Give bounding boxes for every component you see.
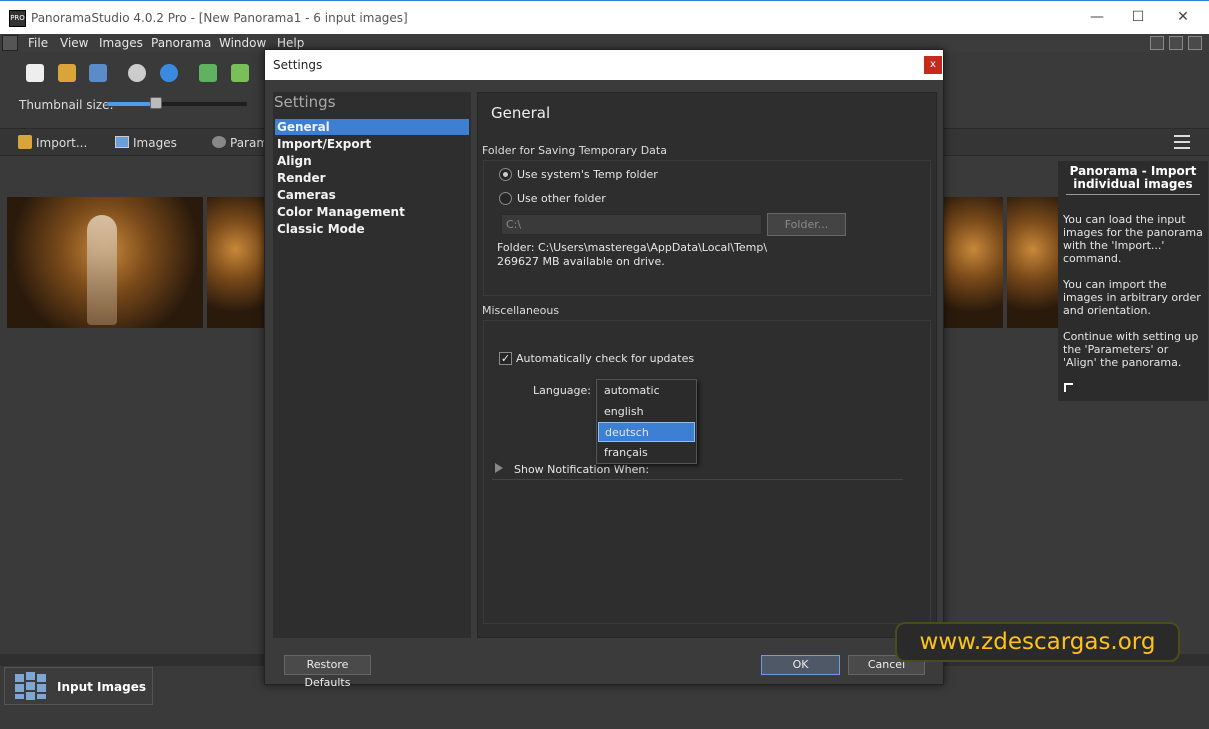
help-panel: Panorama - Import individual images You … xyxy=(1058,161,1208,401)
use-system-temp-radio[interactable] xyxy=(499,168,512,181)
auto-update-checkbox[interactable]: ✓ xyxy=(499,352,512,365)
help-paragraph: You can import the images in arbitrary o… xyxy=(1063,278,1201,317)
export-icon[interactable] xyxy=(199,64,217,82)
settings-content: General Folder for Saving Temporary Data… xyxy=(477,92,937,638)
tab-images[interactable]: Images xyxy=(133,136,177,150)
minimize-icon[interactable]: — xyxy=(1077,5,1117,29)
use-other-folder-radio[interactable] xyxy=(499,192,512,205)
menu-help[interactable]: Help xyxy=(277,36,304,50)
sidebar-item-cameras[interactable]: Cameras xyxy=(275,187,469,203)
help-panel-title: Panorama - Import individual images xyxy=(1069,164,1197,191)
content-title: General xyxy=(491,104,551,122)
tab-parameters[interactable]: Param xyxy=(230,136,268,150)
language-label: Language: xyxy=(533,384,591,397)
mdi-app-icon[interactable] xyxy=(2,35,18,51)
render-icon[interactable] xyxy=(231,64,249,82)
tab-input-images[interactable]: Input Images xyxy=(4,667,153,705)
sidebar-item-import-export[interactable]: Import/Export xyxy=(275,136,469,152)
folder-path-info: Folder: C:\Users\masterega\AppData\Local… xyxy=(497,241,768,254)
menu-panorama[interactable]: Panorama xyxy=(151,36,211,50)
new-icon[interactable] xyxy=(26,64,44,82)
sidebar-item-color-management[interactable]: Color Management xyxy=(275,204,469,220)
folder-browse-button[interactable]: Folder... xyxy=(767,213,846,236)
menu-view[interactable]: View xyxy=(60,36,88,50)
help-icon[interactable] xyxy=(160,64,178,82)
panel-header-bar xyxy=(944,128,1209,156)
input-image-thumbnail[interactable] xyxy=(1007,197,1058,328)
sidebar-item-render[interactable]: Render xyxy=(275,170,469,186)
auto-update-label: Automatically check for updates xyxy=(516,352,695,365)
menu-hamburger-icon[interactable] xyxy=(1174,135,1190,149)
ok-button[interactable]: OK xyxy=(761,655,840,675)
save-icon[interactable] xyxy=(89,64,107,82)
mdi-close-icon[interactable] xyxy=(1188,36,1202,50)
menu-file[interactable]: File xyxy=(28,36,48,50)
watermark: www.zdescargas.org xyxy=(895,622,1180,662)
images-icon xyxy=(115,136,129,148)
help-paragraph: You can load the input images for the pa… xyxy=(1063,213,1203,265)
temp-folder-section-label: Folder for Saving Temporary Data xyxy=(482,144,667,157)
restore-defaults-button[interactable]: Restore Defaults xyxy=(284,655,371,689)
window-titlebar: PRO PanoramaStudio 4.0.2 Pro - [New Pano… xyxy=(0,0,1209,34)
maximize-icon[interactable]: ☐ xyxy=(1118,5,1158,29)
collapse-corner-icon[interactable] xyxy=(1064,383,1073,392)
parameters-icon xyxy=(212,136,226,148)
window-title: PanoramaStudio 4.0.2 Pro - [New Panorama… xyxy=(31,11,408,25)
settings-dialog: Settings x Settings General Import/Expor… xyxy=(264,49,944,689)
tab-import[interactable]: Import... xyxy=(36,136,87,150)
language-dropdown-list: automatic english deutsch français xyxy=(596,379,697,464)
input-images-label: Input Images xyxy=(57,680,146,694)
divider xyxy=(492,479,903,480)
mdi-restore-icon[interactable] xyxy=(1169,36,1183,50)
thumbnail-size-label: Thumbnail size: xyxy=(19,98,114,112)
sidebar-item-classic-mode[interactable]: Classic Mode xyxy=(275,221,469,237)
misc-section-label: Miscellaneous xyxy=(482,304,560,317)
open-icon[interactable] xyxy=(58,64,76,82)
app-icon: PRO xyxy=(9,10,26,27)
use-other-folder-label: Use other folder xyxy=(517,192,606,205)
available-space-info: 269627 MB available on drive. xyxy=(497,255,665,268)
sidebar-item-align[interactable]: Align xyxy=(275,153,469,169)
menu-window[interactable]: Window xyxy=(219,36,266,50)
input-image-thumbnail[interactable] xyxy=(7,197,203,328)
close-icon[interactable]: ✕ xyxy=(1163,5,1203,29)
language-option-francais[interactable]: français xyxy=(598,443,695,463)
sidebar-item-general[interactable]: General xyxy=(275,119,469,135)
language-option-automatic[interactable]: automatic xyxy=(598,381,695,401)
dialog-titlebar: Settings x xyxy=(265,50,943,80)
language-option-deutsch[interactable]: deutsch xyxy=(598,422,695,442)
help-paragraph: Continue with setting up the 'Parameters… xyxy=(1063,330,1199,369)
thumbnail-size-handle[interactable] xyxy=(150,97,162,109)
help-divider xyxy=(1066,194,1200,195)
info-icon[interactable] xyxy=(128,64,146,82)
dialog-close-button[interactable]: x xyxy=(924,56,942,74)
mdi-minimize-icon[interactable] xyxy=(1150,36,1164,50)
language-option-english[interactable]: english xyxy=(598,402,695,422)
show-notification-label[interactable]: Show Notification When: xyxy=(514,463,649,476)
dialog-title: Settings xyxy=(273,58,323,72)
sidebar-heading: Settings xyxy=(274,93,336,111)
use-system-temp-label: Use system's Temp folder xyxy=(517,168,658,181)
workflow-tabbar: Import... Images Param xyxy=(0,128,268,156)
expand-triangle-icon[interactable] xyxy=(495,463,503,473)
input-image-thumbnail[interactable] xyxy=(207,197,264,328)
import-icon xyxy=(18,135,32,149)
input-image-thumbnail[interactable] xyxy=(944,197,1003,328)
settings-sidebar: Settings General Import/Export Align Ren… xyxy=(273,92,471,638)
menu-images[interactable]: Images xyxy=(99,36,143,50)
folder-path-field[interactable]: C:\ xyxy=(501,214,762,235)
input-images-icon xyxy=(15,672,47,700)
